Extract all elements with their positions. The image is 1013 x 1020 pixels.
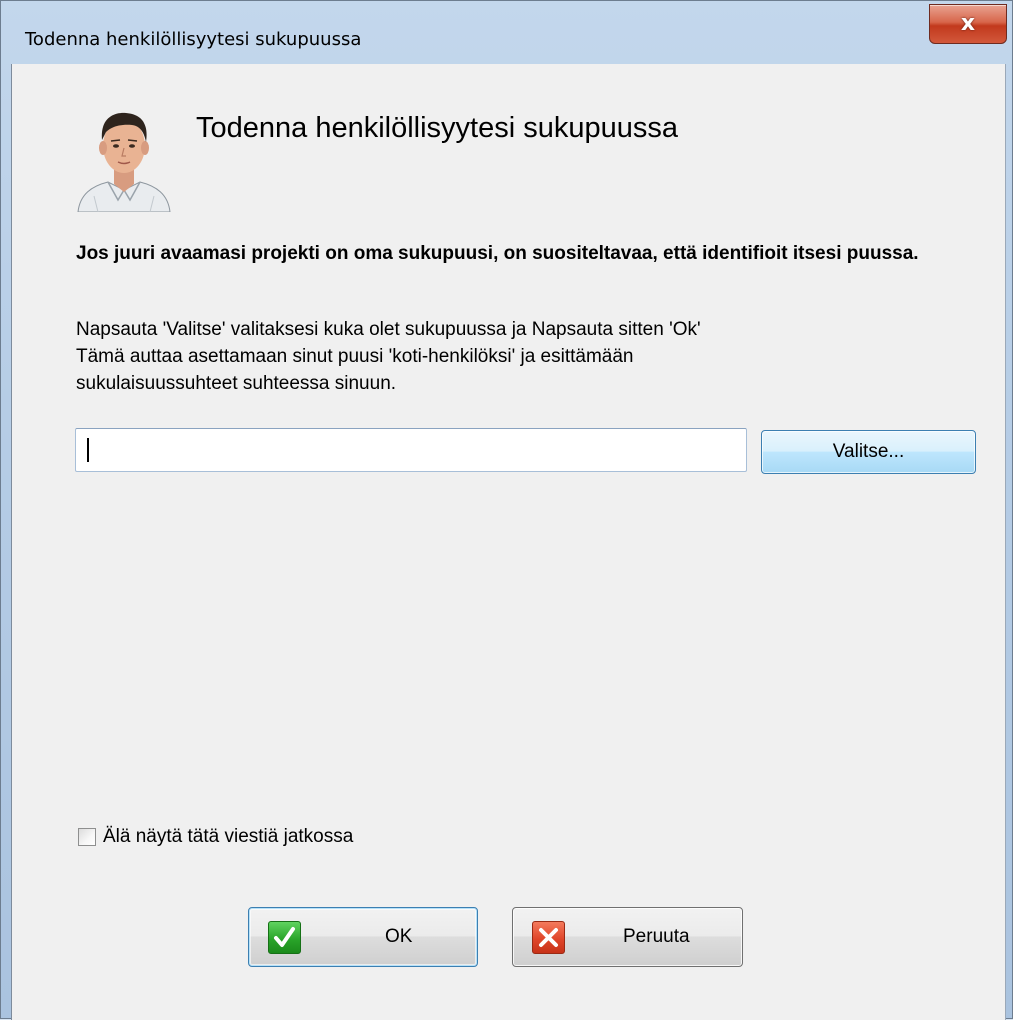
intro-text: Jos juuri avaamasi projekti on oma sukup… xyxy=(76,243,919,264)
text-caret xyxy=(87,438,89,462)
explanation-line: Napsauta 'Valitse' valitaksesi kuka olet… xyxy=(76,319,701,340)
close-button[interactable]: x xyxy=(929,4,1007,44)
explanation-text: Napsauta 'Valitse' valitaksesi kuka olet… xyxy=(76,316,976,397)
dont-show-again-label[interactable]: Älä näytä tätä viestiä jatkossa xyxy=(103,826,353,848)
checkmark-icon xyxy=(268,921,301,954)
cancel-button[interactable]: Peruuta xyxy=(512,907,743,967)
dialog-body: Todenna henkilöllisyytesi sukupuussa Jos… xyxy=(11,64,1006,1020)
dont-show-again-checkbox[interactable] xyxy=(78,828,96,846)
choose-person-button[interactable]: Valitse... xyxy=(761,430,976,474)
person-field[interactable] xyxy=(75,428,747,472)
close-icon: x xyxy=(960,11,976,36)
window-title: Todenna henkilöllisyytesi sukupuussa xyxy=(25,29,362,50)
dialog-window: Todenna henkilöllisyytesi sukupuussa x T… xyxy=(0,0,1013,1020)
dialog-heading: Todenna henkilöllisyytesi sukupuussa xyxy=(196,112,679,144)
ok-button[interactable]: OK xyxy=(248,907,478,967)
explanation-line: sukulaisuussuhteet suhteessa sinuun. xyxy=(76,373,397,394)
dont-show-again-option[interactable]: Älä näytä tätä viestiä jatkossa xyxy=(78,826,353,848)
ok-button-label: OK xyxy=(385,926,413,947)
title-bar: Todenna henkilöllisyytesi sukupuussa x xyxy=(1,1,1013,63)
cancel-button-label: Peruuta xyxy=(623,926,690,947)
explanation-line: Tämä auttaa asettamaan sinut puusi 'koti… xyxy=(76,346,634,367)
cross-icon xyxy=(532,921,565,954)
person-avatar-icon xyxy=(77,112,171,212)
